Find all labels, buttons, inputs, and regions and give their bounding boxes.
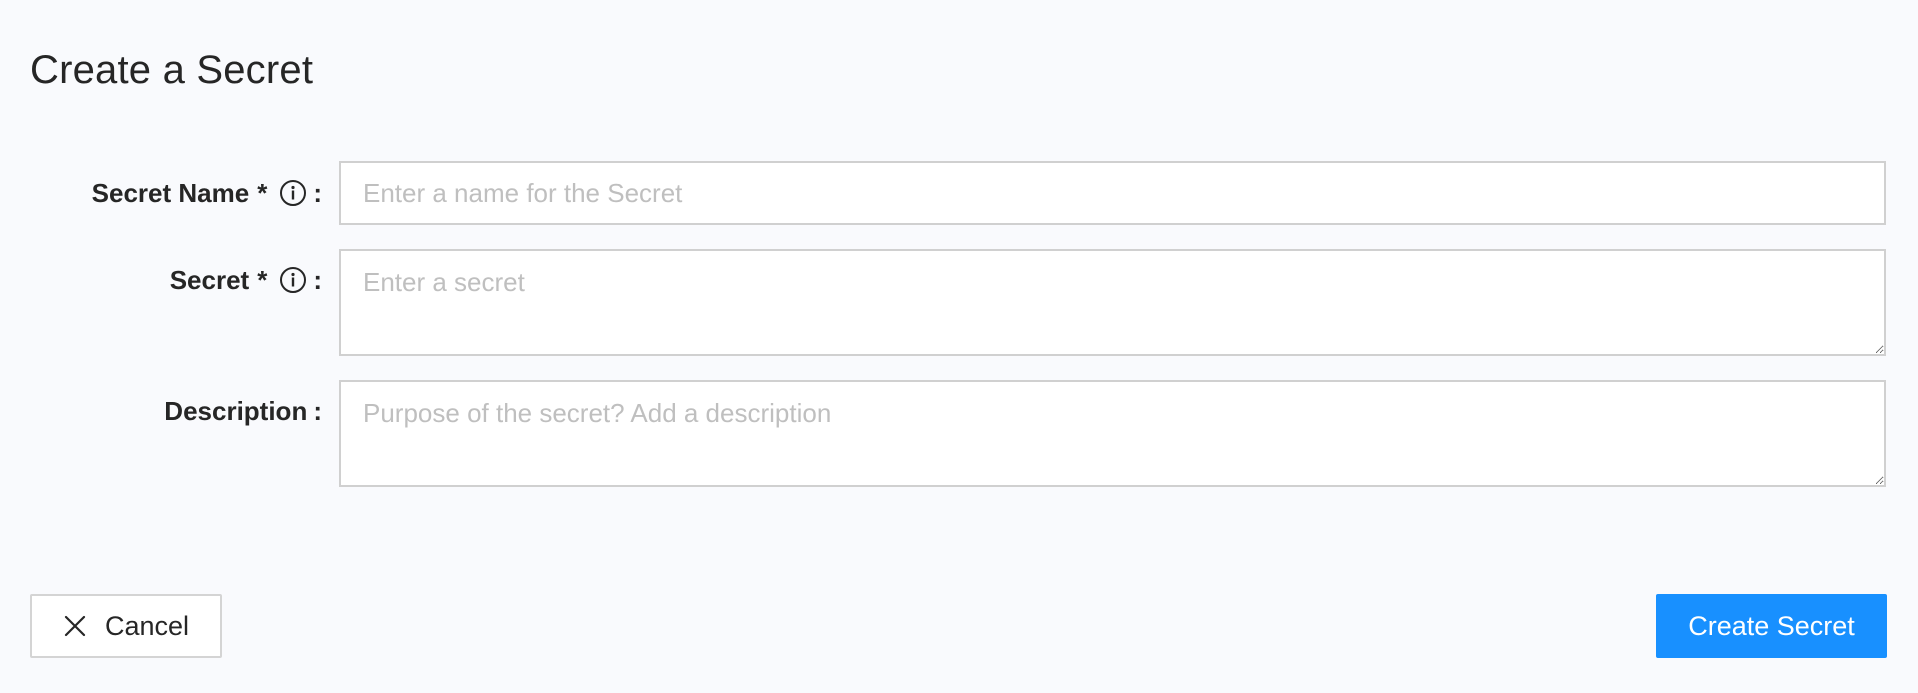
label-colon: : [313,395,322,426]
page-title: Create a Secret [30,48,314,92]
description-textarea[interactable] [339,380,1886,487]
required-mark: * [257,177,268,208]
label-colon: : [313,264,322,295]
label-colon: : [313,177,322,208]
description-label-text: Description [164,395,308,426]
secret-textarea[interactable] [339,249,1886,356]
secret-name-input[interactable] [339,161,1886,225]
required-mark: * [257,264,268,295]
cancel-button[interactable]: Cancel [30,594,222,658]
cancel-button-label: Cancel [104,610,190,641]
secret-name-label-text: Secret Name [91,177,250,208]
description-label: Description : [164,380,322,442]
secret-label: Secret * : [170,249,322,311]
close-icon [63,614,87,638]
create-secret-button[interactable]: Create Secret [1656,594,1887,658]
create-secret-button-label: Create Secret [1688,610,1855,641]
create-secret-page: Create a Secret Secret Name * : Secret [0,0,1918,693]
secret-label-text: Secret [169,264,250,295]
secret-name-label: Secret Name * : [92,162,322,224]
info-circle-icon[interactable] [279,179,307,207]
info-circle-icon[interactable] [279,266,307,294]
